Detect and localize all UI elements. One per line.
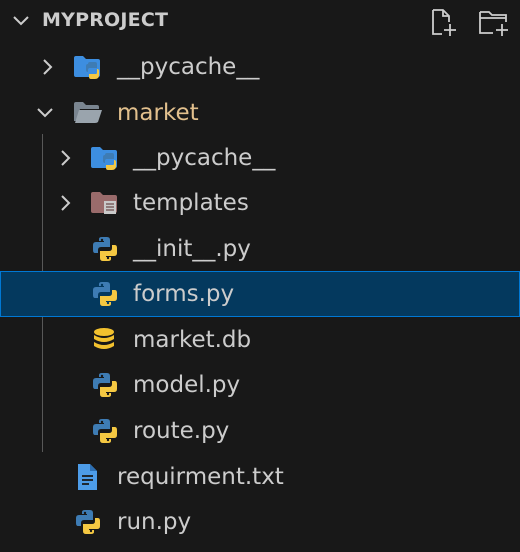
folder-open-icon — [73, 99, 103, 127]
tree-item-market-pycache[interactable]: __pycache__ — [0, 135, 520, 181]
chevron-right-icon[interactable] — [58, 149, 74, 167]
tree-item-label: requirment.txt — [117, 464, 284, 490]
project-title[interactable]: MYPROJECT — [42, 9, 168, 31]
python-folder-icon — [73, 53, 103, 81]
tree-item-label: market.db — [133, 327, 252, 353]
tree-item-route-py[interactable]: route.py — [0, 408, 520, 454]
chevron-right-icon[interactable] — [58, 194, 74, 212]
python-icon — [90, 280, 120, 308]
text-file-icon — [74, 463, 104, 491]
new-folder-icon — [479, 11, 508, 36]
database-icon — [90, 326, 120, 354]
tree-item-label: route.py — [133, 418, 230, 444]
tree-item-run-py[interactable]: run.py — [0, 499, 520, 545]
tree-item-label: __pycache__ — [117, 54, 260, 80]
new-folder-button[interactable] — [478, 7, 508, 37]
chevron-down-icon[interactable] — [12, 12, 30, 30]
tree-item-label: forms.py — [133, 281, 235, 307]
tree-item-label: model.py — [133, 372, 241, 398]
python-icon — [73, 508, 103, 536]
tree-item-forms-py[interactable]: forms.py — [0, 271, 520, 317]
python-icon — [90, 417, 120, 445]
chevron-right-icon[interactable] — [40, 58, 56, 76]
templates-folder-icon — [90, 189, 120, 217]
tree-item-label: run.py — [117, 509, 192, 535]
tree-item-label: market — [117, 100, 199, 126]
tree-item-init-py[interactable]: __init__.py — [0, 226, 520, 272]
chevron-down-icon[interactable] — [36, 104, 53, 122]
tree-item-pycache[interactable]: __pycache__ — [0, 44, 520, 90]
tree-item-label: __pycache__ — [133, 145, 276, 171]
new-file-icon — [432, 9, 456, 36]
tree-item-label: __init__.py — [133, 236, 251, 262]
tree-item-market-db[interactable]: market.db — [0, 317, 520, 363]
tree-item-model-py[interactable]: model.py — [0, 362, 520, 408]
python-icon — [90, 235, 120, 263]
python-icon — [90, 371, 120, 399]
tree-item-label: templates — [133, 190, 249, 216]
tree-item-requirment-txt[interactable]: requirment.txt — [0, 454, 520, 500]
tree-item-market[interactable]: market — [0, 90, 520, 136]
tree-item-templates[interactable]: templates — [0, 180, 520, 226]
python-folder-icon — [90, 144, 120, 172]
explorer-header: MYPROJECT — [0, 0, 520, 42]
new-file-button[interactable] — [428, 7, 458, 37]
